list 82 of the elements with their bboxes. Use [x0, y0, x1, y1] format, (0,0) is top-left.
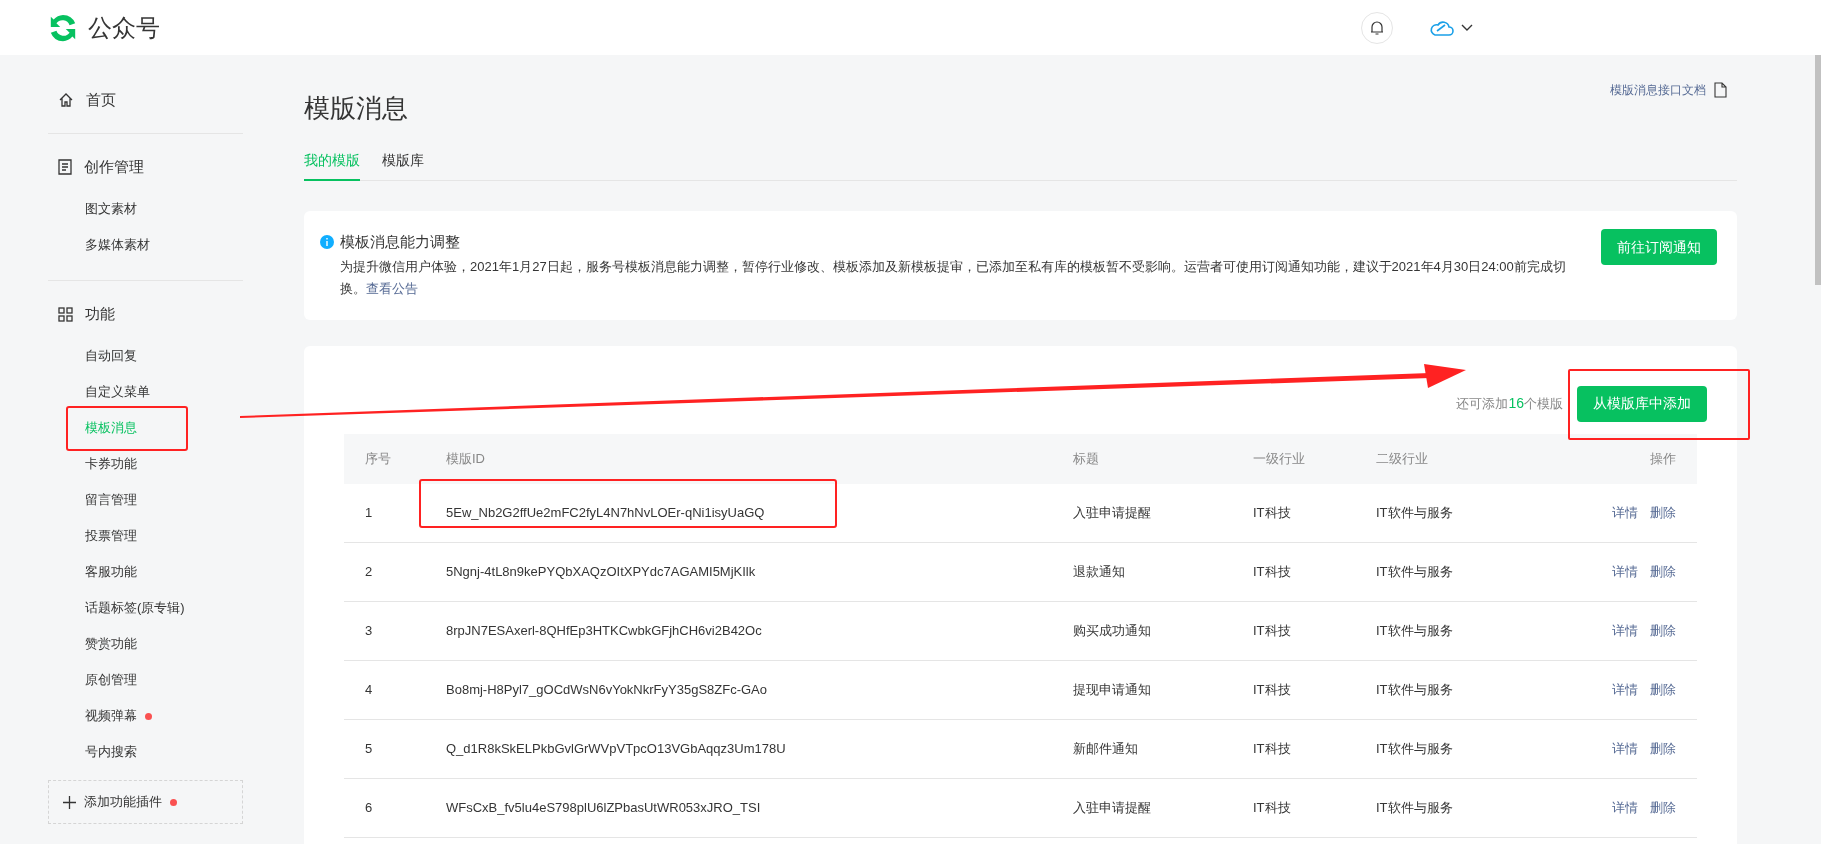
table-cell-text: IT软件与服务 — [1376, 562, 1454, 581]
action-link[interactable]: 详情 — [1612, 679, 1638, 700]
chevron-down-icon[interactable] — [1461, 23, 1473, 32]
table-cell-text: IT科技 — [1253, 503, 1292, 522]
page-title: 模版消息 — [304, 92, 408, 125]
table-cell-text: IT软件与服务 — [1376, 798, 1454, 817]
table-cell-text: IT科技 — [1253, 680, 1292, 699]
table-cell-text: 入驻申请提醒 — [1073, 798, 1152, 817]
sidebar-item[interactable]: 号内搜索 — [85, 742, 137, 762]
action-link[interactable]: 详情 — [1612, 620, 1638, 641]
table-cell-text: 3 — [365, 621, 374, 640]
bell-icon — [1369, 19, 1385, 36]
sidebar-item[interactable]: 多媒体素材 — [85, 235, 150, 255]
action-link[interactable]: 删除 — [1650, 797, 1676, 818]
sidebar-item[interactable]: 视频弹幕 — [85, 706, 137, 726]
column-header: 二级行业 — [1376, 449, 1429, 468]
table-cell-text: 退款通知 — [1073, 562, 1126, 581]
table-cell-text: 1 — [365, 503, 374, 522]
notice-text: 为提升微信用户体验，2021年1月27日起，服务号模板消息能力调整，暂停行业修改、模板添加及新模板提审，已添加至私有库的模板暂不受影响。运营者可使用订阅通知功能，建议于2021年4月30日24:00前完成切换。查看公告 — [340, 257, 1567, 298]
table-cell-text: IT软件与服务 — [1376, 680, 1454, 699]
template-id: 5Ngnj-4tL8n9kePYQbXAQzOItXPYdc7AGAMI5MjKIlk — [446, 563, 756, 579]
announcement-link[interactable]: 查看公告 — [366, 280, 418, 296]
table-cell-text: 入驻申请提醒 — [1073, 503, 1152, 522]
action-link[interactable]: 删除 — [1650, 679, 1676, 700]
sidebar-item[interactable]: 原创管理 — [85, 670, 137, 690]
table-cell-text: IT软件与服务 — [1376, 503, 1454, 522]
table-cell-text: 5 — [365, 739, 374, 758]
table-cell-text: IT科技 — [1253, 621, 1292, 640]
sidebar-group-label[interactable]: 功能 — [85, 302, 115, 326]
action-link[interactable]: 删除 — [1650, 502, 1676, 523]
action-link[interactable]: 删除 — [1650, 561, 1676, 582]
tab[interactable]: 模版库 — [382, 150, 424, 180]
column-header: 标题 — [1073, 449, 1100, 468]
table-cell-text: IT科技 — [1253, 562, 1292, 581]
sidebar-item[interactable]: 投票管理 — [85, 526, 137, 546]
sidebar-item[interactable]: 图文素材 — [85, 199, 137, 219]
template-id: Q_d1R8kSkELPkbGvlGrWVpVTpcO13VGbAqqz3Um178U — [446, 740, 786, 756]
template-id: 5Ew_Nb2G2ffUe2mFC2fyL4N7hNvLOEr-qNi1isyUaGQ — [446, 504, 765, 520]
table-cell-text: IT科技 — [1253, 739, 1292, 758]
remaining-count-text: 还可添加16个模版 — [1456, 394, 1563, 413]
table-cell-text: IT软件与服务 — [1376, 739, 1454, 758]
sidebar-item[interactable]: 卡券功能 — [85, 454, 137, 474]
table-cell-text: 2 — [365, 562, 374, 581]
sidebar-item[interactable]: 自动回复 — [85, 346, 137, 366]
document-icon — [58, 159, 72, 175]
grid-icon — [58, 306, 73, 322]
info-icon — [320, 235, 334, 250]
action-link[interactable]: 删除 — [1650, 620, 1676, 641]
column-header: 序号 — [365, 449, 392, 468]
sidebar-group-label[interactable]: 创作管理 — [84, 155, 144, 179]
logo-text: 公众号 — [88, 12, 160, 43]
table-cell-text: 购买成功通知 — [1073, 621, 1152, 640]
notice-title: 模板消息能力调整 — [340, 232, 460, 252]
action-link[interactable]: 详情 — [1612, 502, 1638, 523]
plus-icon — [63, 795, 76, 809]
column-header: 模版ID — [446, 449, 486, 468]
table-cell-text: 提现申请通知 — [1073, 680, 1152, 699]
template-id: 8rpJN7ESAxerl-8QHfEp3HTKCwbkGFjhCH6vi2B42Oc — [446, 622, 762, 638]
template-id: WFsCxB_fv5lu4eS798plU6lZPbasUtWR053xJRO_TSI — [446, 799, 761, 815]
table-cell-text: 新邮件通知 — [1073, 739, 1139, 758]
sidebar-item[interactable]: 赞赏功能 — [85, 634, 137, 654]
add-plugin-button[interactable]: 添加功能插件 — [48, 780, 243, 824]
table-cell-text: IT软件与服务 — [1376, 621, 1454, 640]
sidebar-item[interactable]: 自定义菜单 — [85, 382, 150, 402]
action-link[interactable]: 删除 — [1650, 738, 1676, 759]
action-link[interactable]: 详情 — [1612, 797, 1638, 818]
table-cell-text: IT科技 — [1253, 798, 1292, 817]
column-header: 操作 — [1649, 449, 1676, 468]
logo-icon — [48, 12, 78, 43]
home-icon — [58, 92, 74, 108]
document-icon — [1714, 82, 1727, 98]
sidebar-item[interactable]: 话题标签(原专辑) — [85, 598, 185, 618]
sidebar-item[interactable]: 留言管理 — [85, 490, 137, 510]
table-cell-text: 6 — [365, 798, 374, 817]
column-header: 一级行业 — [1253, 449, 1306, 468]
action-link[interactable]: 详情 — [1612, 738, 1638, 759]
sidebar-item[interactable]: 客服功能 — [85, 562, 137, 582]
sidebar-group-label[interactable]: 首页 — [86, 88, 116, 112]
template-id: Bo8mj-H8Pyl7_gOCdWsN6vYokNkrFyY35gS8ZFc-GAo — [446, 681, 767, 697]
table-cell-text: 4 — [365, 680, 374, 699]
action-link[interactable]: 详情 — [1612, 561, 1638, 582]
api-doc-link[interactable]: 模版消息接口文档 — [1610, 81, 1727, 99]
